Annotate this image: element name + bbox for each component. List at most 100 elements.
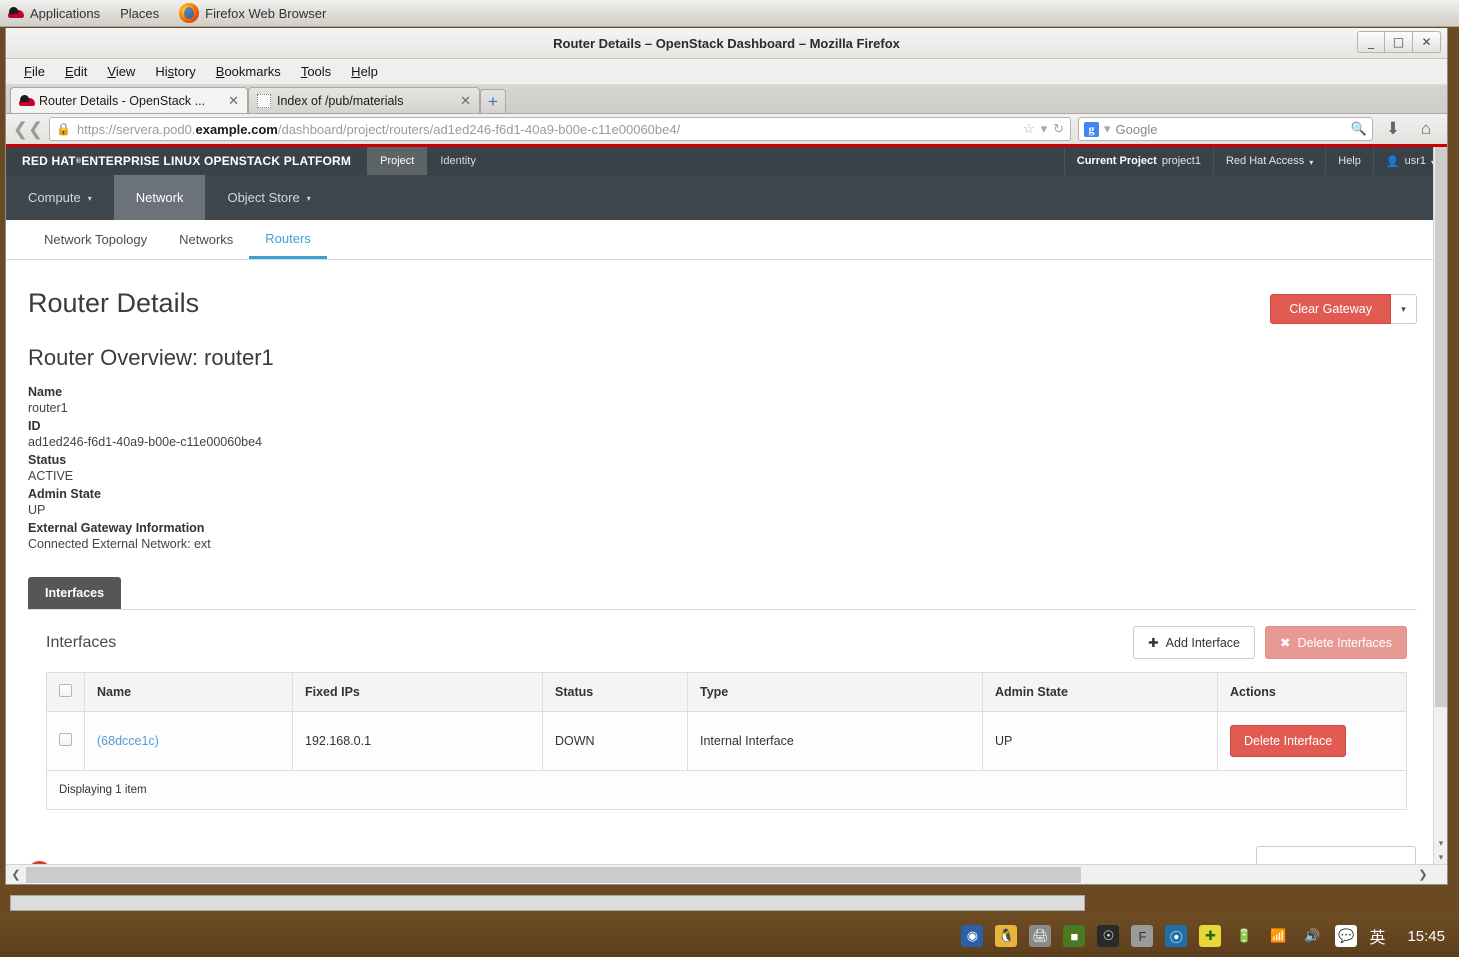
places-menu[interactable]: Places xyxy=(110,0,169,27)
openstack-top-bar: RED HAT ® ENTERPRISE LINUX OPENSTACK PLAT… xyxy=(6,147,1447,175)
search-input[interactable]: g ▾ Google 🔍 xyxy=(1078,117,1373,141)
cell-type: Internal Interface xyxy=(687,711,983,771)
delete-interfaces-button[interactable]: ✖ Delete Interfaces xyxy=(1265,626,1407,659)
reload-icon[interactable]: ↻ xyxy=(1053,121,1064,137)
nav-item-object-store[interactable]: Object Store ▾ xyxy=(205,175,332,220)
qq-penguin-icon[interactable]: 🐧 xyxy=(995,925,1018,947)
comodo-icon[interactable]: ⦿ xyxy=(1165,925,1188,947)
column-type[interactable]: Type xyxy=(687,672,983,712)
menu-tools[interactable]: Tools xyxy=(291,61,341,82)
top-bar-right: Current Project project1 Red Hat Access … xyxy=(1063,147,1447,175)
top-tab-identity[interactable]: Identity xyxy=(427,147,488,175)
help-link[interactable]: Help xyxy=(1325,147,1373,175)
red-hat-access-menu[interactable]: Red Hat Access ▾ xyxy=(1212,147,1325,175)
url-host-prefix: servera.pod0. xyxy=(115,121,196,137)
add-interface-button[interactable]: ✚ Add Interface xyxy=(1133,626,1256,659)
clear-gateway-button[interactable]: Clear Gateway xyxy=(1270,294,1391,324)
vertical-scroll-thumb[interactable] xyxy=(1435,147,1447,707)
column-name[interactable]: Name xyxy=(84,672,293,712)
column-fixed-ips[interactable]: Fixed IPs xyxy=(292,672,543,712)
blackhole-icon[interactable]: ☉ xyxy=(1097,925,1120,947)
page-horizontal-scrollbar[interactable]: ❮ ❯ xyxy=(6,864,1447,884)
menu-history[interactable]: History xyxy=(145,61,205,82)
search-engine-caret-icon[interactable]: ▾ xyxy=(1104,121,1111,137)
current-project-value: project1 xyxy=(1161,155,1201,167)
f-icon[interactable]: F xyxy=(1131,925,1154,947)
detail-value-external-gateway: Connected External Network: ext xyxy=(28,537,211,551)
download-arrow-icon[interactable]: ⬇ xyxy=(1380,116,1406,142)
tab-interfaces[interactable]: Interfaces xyxy=(28,577,122,609)
user-menu-label: usr1 xyxy=(1404,155,1426,167)
menu-help[interactable]: Help xyxy=(341,61,388,82)
current-project-indicator[interactable]: Current Project project1 xyxy=(1063,147,1213,175)
nav-item-network[interactable]: Network xyxy=(113,175,206,220)
browser-tab-0[interactable]: Router Details - OpenStack ... ✕ xyxy=(10,87,248,113)
update-icon[interactable]: ✚ xyxy=(1199,925,1222,947)
url-input[interactable]: 🔒 https://servera.pod0.example.com/dashb… xyxy=(49,117,1071,141)
browser-tab-0-close-icon[interactable]: ✕ xyxy=(226,93,241,109)
host-taskbar-window-button[interactable] xyxy=(10,895,1085,911)
chevron-down-icon: ▾ xyxy=(306,194,311,203)
applications-menu[interactable]: Applications xyxy=(0,0,110,27)
top-tab-project[interactable]: Project xyxy=(367,147,428,175)
new-tab-button[interactable]: + xyxy=(480,89,506,113)
control-panel-icon[interactable]: ◉ xyxy=(961,925,984,947)
back-forward-icon[interactable]: ❮❮ xyxy=(13,117,43,141)
table-row[interactable]: (68dcce1c) 192.168.0.1 DOWN Internal Int… xyxy=(46,711,1407,771)
wifi-icon[interactable]: 📶 xyxy=(1267,925,1289,947)
clock[interactable]: 15:45 xyxy=(1407,928,1445,945)
scroll-down-end-icon[interactable]: ▾ xyxy=(1434,850,1447,864)
places-menu-label: Places xyxy=(120,5,160,21)
active-window-button[interactable]: Firefox Web Browser xyxy=(169,0,336,27)
redhat-fedora-icon xyxy=(8,6,24,20)
nvidia-icon[interactable]: ■ xyxy=(1063,925,1086,947)
scroll-left-icon[interactable]: ❮ xyxy=(6,868,26,881)
search-placeholder: Google xyxy=(1115,121,1158,137)
power-icon[interactable]: 🔋 xyxy=(1233,925,1255,947)
subnav-item-routers[interactable]: Routers xyxy=(249,220,327,259)
brand-logo: RED HAT ® ENTERPRISE LINUX OPENSTACK PLAT… xyxy=(6,147,367,175)
delete-interfaces-label: Delete Interfaces xyxy=(1297,635,1393,650)
maximize-button[interactable]: □ xyxy=(1385,31,1413,53)
browser-tab-1-label: Index of /pub/materials xyxy=(277,93,404,108)
subnav-item-network-topology[interactable]: Network Topology xyxy=(28,220,163,259)
browser-tab-1[interactable]: Index of /pub/materials ✕ xyxy=(248,87,480,113)
interface-name-link[interactable]: (68dcce1c) xyxy=(97,734,159,748)
ime-indicator[interactable]: 英 xyxy=(1369,924,1385,948)
horizontal-scroll-thumb[interactable] xyxy=(26,867,1081,883)
menu-edit[interactable]: Edit xyxy=(55,61,97,82)
row-checkbox[interactable] xyxy=(59,733,72,746)
close-button[interactable]: ✕ xyxy=(1413,31,1441,53)
browser-tab-1-close-icon[interactable]: ✕ xyxy=(458,93,473,109)
print-icon[interactable]: 🖨 xyxy=(1029,925,1052,947)
below-fold-partial-control xyxy=(1256,846,1416,864)
scroll-down-icon[interactable]: ▾ xyxy=(1434,836,1447,850)
firefox-icon xyxy=(179,3,200,23)
nav-item-compute[interactable]: Compute ▾ xyxy=(6,175,114,220)
chevron-down-icon[interactable]: ▾ xyxy=(1041,121,1048,137)
interfaces-table-head: Name Fixed IPs Status Type Admin State A… xyxy=(46,672,1407,712)
home-icon[interactable]: ⌂ xyxy=(1413,116,1439,142)
volume-icon[interactable]: 🔊 xyxy=(1301,925,1323,947)
column-admin-state[interactable]: Admin State xyxy=(982,672,1218,712)
scroll-right-icon[interactable]: ❯ xyxy=(1413,868,1433,881)
menu-file[interactable]: File xyxy=(14,61,55,82)
subnav-item-networks[interactable]: Networks xyxy=(163,220,249,259)
column-status[interactable]: Status xyxy=(542,672,688,712)
star-icon[interactable]: ☆ xyxy=(1023,121,1035,137)
google-engine-icon[interactable]: g xyxy=(1084,121,1099,137)
message-icon[interactable]: 💬 xyxy=(1335,925,1358,947)
clear-gateway-dropdown-caret-icon[interactable]: ▾ xyxy=(1391,294,1417,324)
minimize-button[interactable]: _ xyxy=(1357,31,1385,53)
search-icon[interactable]: 🔍 xyxy=(1351,121,1367,137)
displaying-count-label: Displaying 1 item xyxy=(46,770,1407,810)
detail-value-admin-state: UP xyxy=(28,503,46,517)
select-all-checkbox[interactable] xyxy=(59,684,72,697)
detail-term-external-gateway: External Gateway Information xyxy=(28,521,205,535)
delete-interface-button[interactable]: Delete Interface xyxy=(1230,725,1347,757)
main-content: Router Details Clear Gateway ▾ Router Ov… xyxy=(6,260,1447,810)
page-vertical-scrollbar[interactable]: ▾ ▾ xyxy=(1433,147,1447,864)
firefox-window: Router Details – OpenStack Dashboard – M… xyxy=(5,28,1448,885)
menu-bookmarks[interactable]: Bookmarks xyxy=(206,61,291,82)
menu-view[interactable]: View xyxy=(97,61,145,82)
